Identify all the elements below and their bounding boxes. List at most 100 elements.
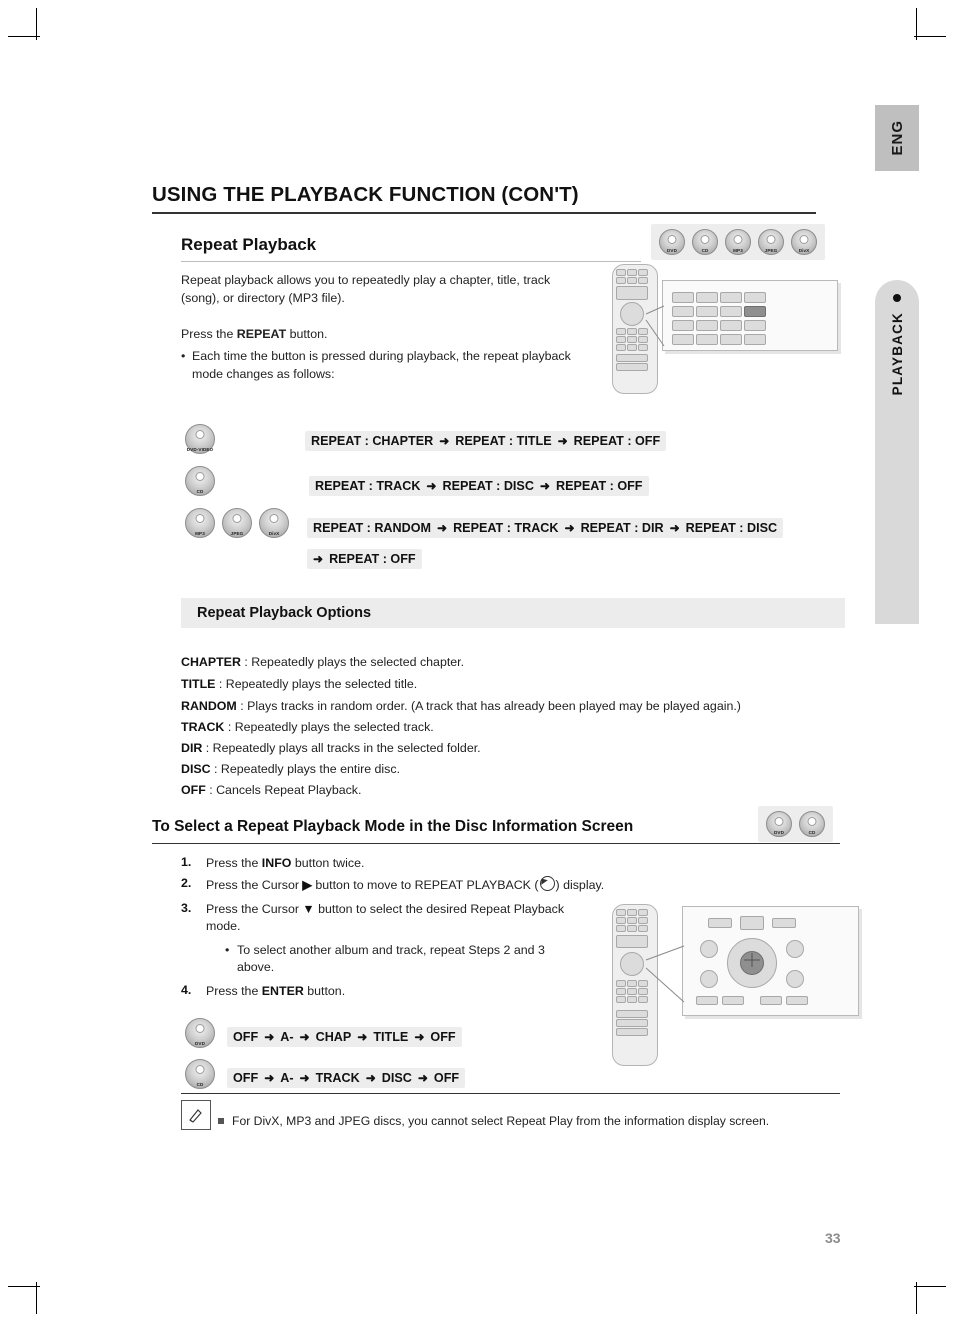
flow-item: REPEAT : CHAPTER bbox=[311, 434, 434, 448]
arrow-icon: ➜ bbox=[557, 434, 568, 448]
cursor-down-icon: ▼ bbox=[302, 902, 315, 916]
disc-badge-dvd: DVD bbox=[766, 811, 792, 837]
callout-leader-lines bbox=[645, 305, 665, 347]
remote-illustration-repeat bbox=[600, 262, 840, 397]
press-repeat-line: Press the REPEAT button. bbox=[181, 326, 573, 344]
arrow-icon: ➜ bbox=[264, 1030, 275, 1044]
disc-badge-label: DVD-VIDEO bbox=[186, 447, 214, 452]
option-track: TRACK : Repeatedly plays the selected tr… bbox=[181, 720, 434, 734]
flow2-badge-cd: CD bbox=[185, 466, 215, 496]
option-title: TITLE : Repeatedly plays the selected ti… bbox=[181, 677, 417, 691]
disc-badge-label: DivX bbox=[268, 531, 280, 536]
repeat-intro-text: Repeat playback allows you to repeatedly… bbox=[181, 273, 551, 305]
crop-mark bbox=[8, 1286, 40, 1287]
flow-item: OFF bbox=[233, 1071, 259, 1085]
flow-item: CHAP bbox=[315, 1030, 352, 1044]
option-desc: : Repeatedly plays the selected track. bbox=[224, 720, 434, 734]
step-1-number: 1. bbox=[181, 855, 192, 869]
disc-badge-label: CD bbox=[701, 248, 709, 253]
option-term: TRACK bbox=[181, 720, 225, 734]
step-4-number: 4. bbox=[181, 983, 192, 997]
repeat-bullet-label: Each time the button is pressed during p… bbox=[192, 349, 571, 381]
callout-leader-lines-2 bbox=[645, 945, 760, 1003]
flow3-badge-jpeg: JPEG bbox=[222, 508, 252, 538]
arrow-icon: ➜ bbox=[669, 521, 680, 535]
flow-item: A- bbox=[280, 1030, 294, 1044]
flow-item: OFF bbox=[433, 1071, 460, 1085]
crop-mark bbox=[914, 1286, 946, 1287]
note-divider bbox=[181, 1093, 840, 1094]
step-post: button. bbox=[303, 984, 346, 998]
title-divider bbox=[152, 212, 816, 214]
repeat-options-title: Repeat Playback Options bbox=[197, 605, 372, 621]
option-term: CHAPTER bbox=[181, 655, 241, 669]
disc-badge-dvd: DVD bbox=[659, 229, 685, 255]
flow-item: REPEAT : TRACK bbox=[453, 521, 559, 535]
disc-badge-label: DVD bbox=[667, 248, 677, 253]
section-divider-2 bbox=[152, 843, 840, 844]
disc-badge-label: DivX bbox=[798, 248, 810, 253]
arrow-icon: ➜ bbox=[564, 521, 575, 535]
flow-item: REPEAT : TRACK bbox=[315, 479, 421, 493]
flow-item: REPEAT : OFF bbox=[555, 479, 643, 493]
flow-item: REPEAT : DISC bbox=[442, 479, 534, 493]
step-sub-label: To select another album and track, repea… bbox=[237, 943, 545, 974]
flow3-badge-mp3: MP3 bbox=[185, 508, 215, 538]
disc-badge-mp3: MP3 bbox=[725, 229, 751, 255]
option-off: OFF : Cancels Repeat Playback. bbox=[181, 783, 361, 797]
section-heading-disc-info: To Select a Repeat Playback Mode in the … bbox=[152, 818, 634, 835]
option-disc: DISC : Repeatedly plays the entire disc. bbox=[181, 762, 400, 776]
repeat-bullet-text: • Each time the button is pressed during… bbox=[181, 348, 577, 383]
arrow-icon: ➜ bbox=[539, 479, 550, 493]
flow-item: TITLE bbox=[373, 1030, 409, 1044]
section-heading-repeat-playback: Repeat Playback bbox=[181, 235, 317, 254]
side-tab-label: PLAYBACK bbox=[889, 312, 905, 396]
step-bold: INFO bbox=[261, 856, 292, 870]
arrow-icon: ➜ bbox=[414, 1030, 425, 1044]
info-flow-dvd: OFF ➜ A- ➜ CHAP ➜ TITLE ➜ OFF bbox=[227, 1027, 462, 1047]
flow-item: TRACK bbox=[315, 1071, 360, 1085]
arrow-icon: ➜ bbox=[313, 552, 324, 566]
section-side-tab: PLAYBACK bbox=[875, 280, 919, 624]
section-divider bbox=[181, 261, 641, 262]
note-pencil-icon bbox=[181, 1100, 211, 1130]
flow-item: REPEAT : OFF bbox=[329, 552, 416, 566]
arrow-icon: ➜ bbox=[299, 1030, 310, 1044]
crop-mark bbox=[8, 36, 40, 37]
remote-illustration-enter bbox=[600, 898, 862, 1073]
option-desc: : Repeatedly plays the entire disc. bbox=[210, 762, 401, 776]
arrow-icon: ➜ bbox=[365, 1071, 376, 1085]
disc-badge-label: CD bbox=[196, 1082, 204, 1087]
step-post: button to move to REPEAT PLAYBACK ( bbox=[311, 878, 539, 892]
disc-badge-label: CD bbox=[808, 830, 816, 835]
page-number: 33 bbox=[825, 1230, 841, 1246]
step-post: button twice. bbox=[291, 856, 365, 870]
flow1-badge-dvd-video: DVD-VIDEO bbox=[185, 424, 215, 454]
flow-item: REPEAT : DIR bbox=[580, 521, 664, 535]
disc-badge-label: DVD bbox=[774, 830, 784, 835]
disc-badge-label: DVD bbox=[195, 1041, 205, 1046]
arrow-icon: ➜ bbox=[437, 521, 448, 535]
arrow-icon: ➜ bbox=[426, 479, 437, 493]
info-flow-cd: OFF ➜ A- ➜ TRACK ➜ DISC ➜ OFF bbox=[227, 1068, 466, 1088]
flow-item: DISC bbox=[381, 1071, 412, 1085]
option-term: DIR bbox=[181, 741, 203, 755]
disc-badge-row-info: DVD CD bbox=[758, 806, 833, 842]
step-pre: Press the Cursor bbox=[206, 902, 303, 916]
repeat-flow-dvd: REPEAT : CHAPTER ➜ REPEAT : TITLE ➜ REPE… bbox=[305, 431, 667, 451]
option-desc: : Repeatedly plays the selected title. bbox=[215, 677, 418, 691]
arrow-icon: ➜ bbox=[299, 1071, 310, 1085]
press-suffix: button. bbox=[286, 327, 328, 341]
flow-item: REPEAT : RANDOM bbox=[313, 521, 432, 535]
arrow-icon: ➜ bbox=[417, 1071, 428, 1085]
option-term: DISC bbox=[181, 762, 211, 776]
option-chapter: CHAPTER : Repeatedly plays the selected … bbox=[181, 655, 464, 669]
repeat-flow-mp3-wrap: ➜ REPEAT : OFF bbox=[307, 549, 422, 569]
language-tab: ENG bbox=[875, 105, 919, 171]
note-bullet-icon bbox=[218, 1118, 224, 1124]
crop-mark bbox=[914, 36, 946, 37]
step-4-text: Press the ENTER button. bbox=[206, 983, 566, 1000]
page-title: USING THE PLAYBACK FUNCTION (CON'T) bbox=[152, 183, 579, 206]
flow4-badge-dvd: DVD bbox=[185, 1018, 215, 1048]
disc-badge-label: MP3 bbox=[195, 531, 205, 536]
